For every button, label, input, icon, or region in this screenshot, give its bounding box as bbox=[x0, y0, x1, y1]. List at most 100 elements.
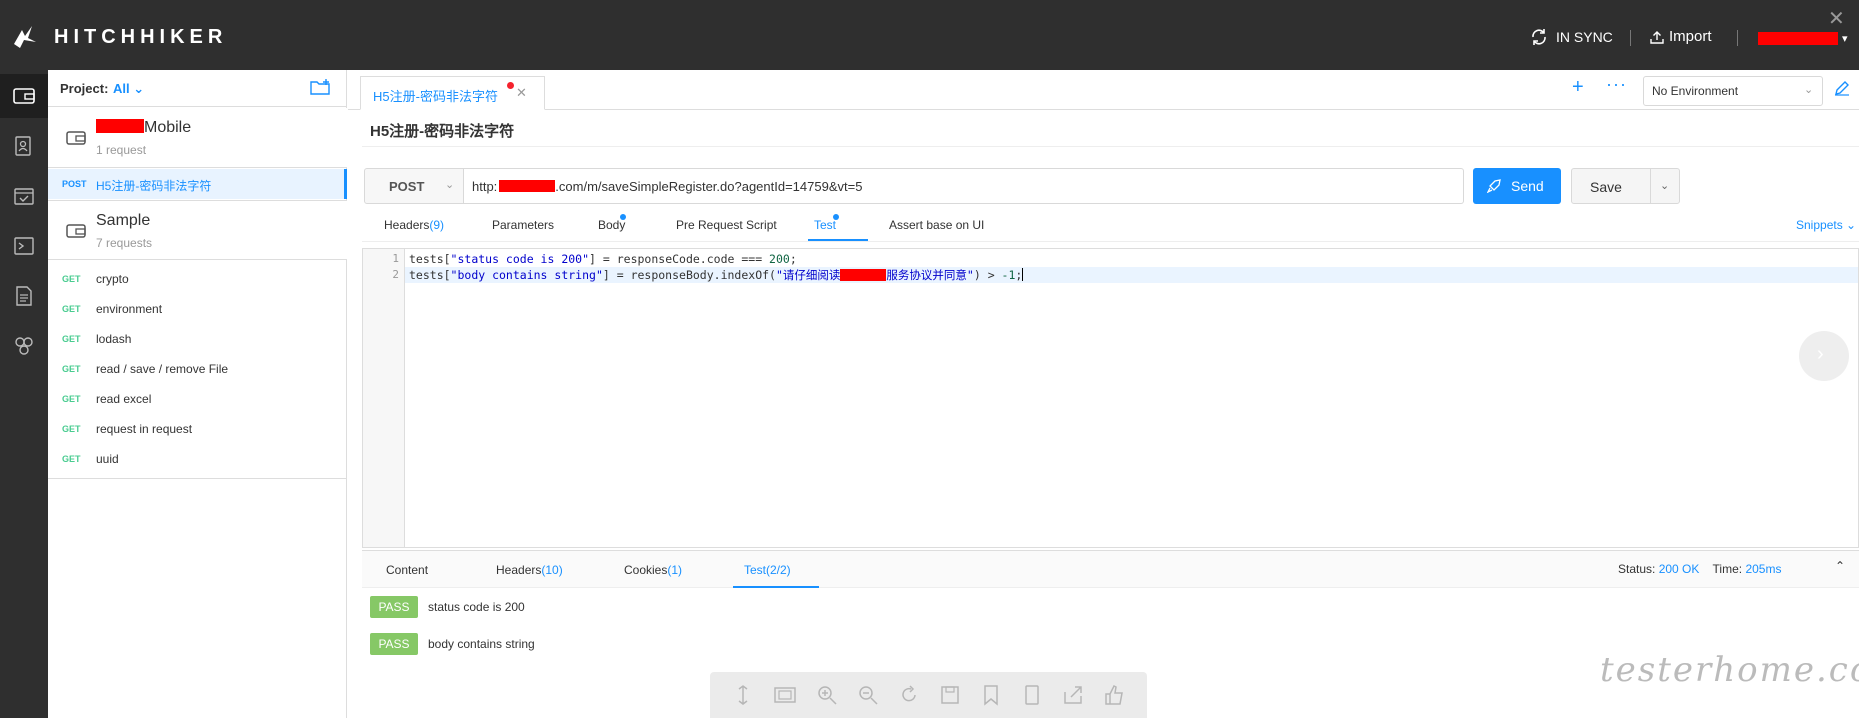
code-line-current[interactable]: tests["body contains string"] = response… bbox=[405, 267, 1858, 283]
fit-screen-icon[interactable] bbox=[773, 684, 797, 706]
request-title[interactable]: H5注册-密码非法字符 bbox=[370, 120, 514, 141]
tab-test[interactable]: Test bbox=[814, 218, 836, 232]
project-select[interactable]: All ⌄ bbox=[113, 81, 144, 97]
test-script-editor[interactable]: 1 2 tests["status code is 200"] = respon… bbox=[362, 248, 1859, 548]
wallet-icon bbox=[66, 131, 86, 145]
method-select[interactable]: POST ⌄ bbox=[364, 168, 464, 204]
edit-environment-button[interactable] bbox=[1834, 80, 1850, 99]
tab-headers[interactable]: Headers(9) bbox=[384, 218, 444, 232]
tab-body[interactable]: Body bbox=[598, 218, 625, 232]
sync-status[interactable]: IN SYNC bbox=[1530, 28, 1613, 46]
upload-icon bbox=[1650, 30, 1664, 44]
save-options-button[interactable]: ⌄ bbox=[1650, 168, 1680, 204]
chevron-down-icon[interactable]: ▾ bbox=[1842, 32, 1848, 45]
request-panel: H5注册-密码非法字符 ✕ + ··· No Environment ⌄ H5注… bbox=[348, 70, 1859, 718]
chevron-down-icon: ⌄ bbox=[445, 179, 455, 191]
save-icon[interactable] bbox=[939, 684, 961, 706]
method-badge: GET bbox=[62, 334, 81, 344]
collection-name: Mobile bbox=[96, 119, 191, 137]
request-item[interactable]: GET read / save / remove File bbox=[48, 354, 347, 384]
zoom-in-icon[interactable] bbox=[816, 684, 838, 706]
request-name: request in request bbox=[96, 422, 193, 436]
pencil-icon bbox=[1835, 81, 1849, 96]
test-result-row: PASS status code is 200 bbox=[370, 596, 525, 618]
chevron-up-icon[interactable]: ⌃ bbox=[1835, 559, 1845, 573]
request-item[interactable]: GET read excel bbox=[48, 384, 347, 414]
close-icon[interactable]: ✕ bbox=[1828, 6, 1845, 31]
share-icon[interactable] bbox=[1062, 684, 1084, 706]
environment-value: No Environment bbox=[1652, 84, 1739, 98]
folder-add-icon bbox=[310, 79, 330, 95]
tab-parameters[interactable]: Parameters bbox=[492, 218, 554, 232]
header-divider bbox=[1737, 30, 1738, 46]
tab-request[interactable]: H5注册-密码非法字符 ✕ bbox=[360, 76, 545, 110]
request-item-selected[interactable]: POST H5注册-密码非法字符 bbox=[48, 169, 347, 199]
thumbs-up-icon[interactable] bbox=[1103, 684, 1125, 706]
tab-response-headers[interactable]: Headers(10) bbox=[496, 563, 563, 577]
code-line[interactable]: tests["status code is 200"] = responseCo… bbox=[405, 251, 1858, 267]
collection-sample[interactable]: Sample 7 requests bbox=[48, 200, 347, 260]
rotate-icon[interactable] bbox=[898, 684, 920, 706]
import-button[interactable]: Import bbox=[1650, 28, 1712, 45]
tab-assert-ui[interactable]: Assert base on UI bbox=[889, 218, 984, 232]
collection-count: 7 requests bbox=[96, 236, 153, 250]
chevron-down-icon: ⌄ bbox=[1804, 84, 1814, 96]
request-name: lodash bbox=[96, 332, 132, 346]
rail-team[interactable] bbox=[0, 124, 48, 168]
send-button[interactable]: Send bbox=[1473, 168, 1561, 204]
save-button[interactable]: Save bbox=[1571, 168, 1651, 204]
request-item[interactable]: GET lodash bbox=[48, 324, 347, 354]
pass-badge: PASS bbox=[370, 596, 418, 618]
expand-panel-button[interactable]: › bbox=[1799, 331, 1849, 381]
request-item[interactable]: GET environment bbox=[48, 294, 347, 324]
user-menu[interactable] bbox=[1758, 32, 1838, 45]
pass-badge: PASS bbox=[370, 633, 418, 655]
request-item[interactable]: GET request in request bbox=[48, 414, 347, 444]
request-item[interactable]: GET crypto bbox=[48, 264, 347, 294]
app-name: HITCHHIKER bbox=[54, 25, 228, 48]
url-value: http: .com/m/saveSimpleRegister.do?agentI… bbox=[472, 179, 863, 194]
request-name: read excel bbox=[96, 392, 152, 406]
tab-content[interactable]: Content bbox=[386, 563, 428, 577]
more-options-button[interactable]: ··· bbox=[1606, 74, 1627, 95]
add-tab-button[interactable]: + bbox=[1572, 76, 1584, 99]
tab-label: H5注册-密码非法字符 bbox=[373, 89, 498, 104]
watermark: testerhome.com bbox=[1600, 650, 1859, 690]
chevron-down-icon: ⌄ bbox=[1660, 180, 1670, 192]
hitchhiker-logo-icon bbox=[14, 26, 36, 48]
contact-card-icon bbox=[15, 136, 31, 156]
rail-schedule[interactable] bbox=[0, 174, 48, 218]
test-result-row: PASS body contains string bbox=[370, 633, 535, 655]
request-item[interactable]: GET uuid bbox=[48, 444, 347, 474]
tab-pre-request-script[interactable]: Pre Request Script bbox=[676, 218, 777, 232]
tablet-icon[interactable] bbox=[1021, 684, 1043, 706]
method-badge: GET bbox=[62, 274, 81, 284]
url-input[interactable]: http: .com/m/saveSimpleRegister.do?agentI… bbox=[464, 168, 1464, 204]
rocket-icon bbox=[1487, 179, 1501, 193]
rail-collections[interactable] bbox=[0, 74, 48, 118]
bookmark-icon[interactable] bbox=[980, 684, 1002, 706]
line-gutter: 1 2 bbox=[363, 249, 405, 547]
environment-select[interactable]: No Environment ⌄ bbox=[1643, 76, 1823, 106]
rail-api-docs[interactable] bbox=[0, 274, 48, 318]
new-collection-button[interactable] bbox=[310, 79, 330, 98]
fit-height-icon[interactable] bbox=[732, 684, 754, 706]
tab-cookies[interactable]: Cookies(1) bbox=[624, 563, 682, 577]
method-badge: POST bbox=[62, 179, 87, 189]
rail-project[interactable] bbox=[0, 324, 48, 368]
unsaved-dot bbox=[507, 82, 514, 89]
text-cursor bbox=[1022, 268, 1024, 281]
close-tab-icon[interactable]: ✕ bbox=[516, 85, 527, 101]
response-status: Status: 200 OK Time: 205ms bbox=[1618, 562, 1782, 576]
sync-label: IN SYNC bbox=[1556, 29, 1613, 45]
collections-sidebar: Project: All ⌄ Mobile 1 request POST H5注… bbox=[48, 70, 347, 718]
collection-mobile[interactable]: Mobile 1 request bbox=[48, 108, 347, 168]
snippets-dropdown[interactable]: Snippets ⌄ bbox=[1796, 218, 1856, 232]
test-name: status code is 200 bbox=[428, 600, 525, 614]
calendar-icon bbox=[14, 188, 34, 205]
zoom-out-icon[interactable] bbox=[857, 684, 879, 706]
rail-stress-test[interactable] bbox=[0, 224, 48, 268]
send-label: Send bbox=[1511, 178, 1544, 194]
tab-test-results[interactable]: Test(2/2) bbox=[744, 563, 791, 577]
wallet-icon bbox=[66, 224, 86, 238]
